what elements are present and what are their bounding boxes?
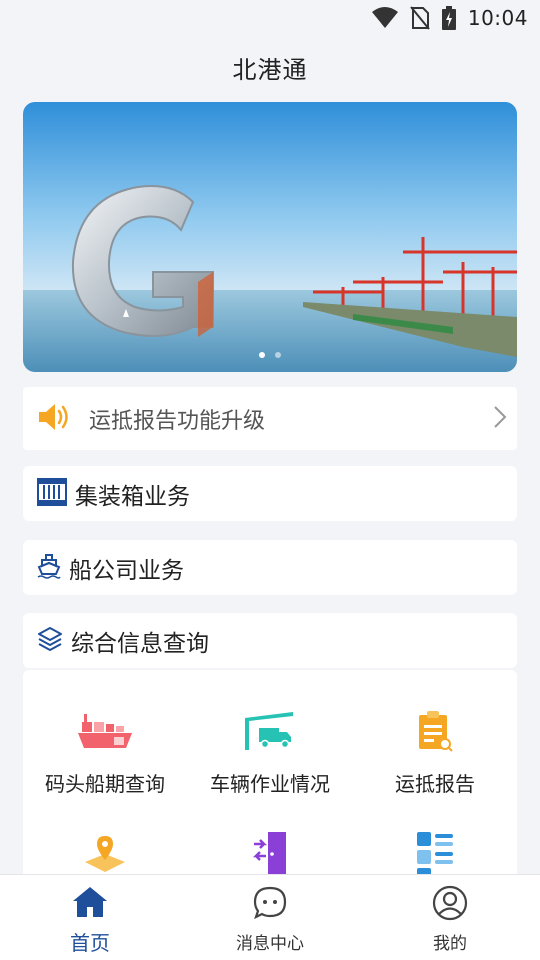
list-grid-icon <box>353 820 517 876</box>
truck-shed-icon <box>188 696 352 752</box>
tab-home[interactable]: 首页 <box>0 875 180 960</box>
section-shipping-business[interactable]: 船公司业务 <box>23 540 517 595</box>
banner-image <box>23 102 517 372</box>
section-info-query[interactable]: 综合信息查询 <box>23 613 517 668</box>
message-icon <box>252 885 288 925</box>
tab-label: 我的 <box>433 934 467 954</box>
chevron-right-icon <box>493 405 507 433</box>
notice-bar[interactable]: 运抵报告功能升级 <box>23 387 517 450</box>
clipboard-report-icon <box>353 696 517 752</box>
grid-label: 运抵报告 <box>395 772 475 796</box>
layers-icon <box>37 626 63 656</box>
user-icon <box>432 885 468 925</box>
carousel-dot[interactable] <box>275 352 281 358</box>
section-container-business[interactable]: 集装箱业务 <box>23 466 517 521</box>
door-exit-icon <box>188 820 352 876</box>
battery-charging-icon <box>441 6 456 30</box>
no-sim-icon <box>410 6 430 30</box>
status-time: 10:04 <box>467 6 528 30</box>
tab-label: 消息中心 <box>236 934 304 954</box>
container-icon <box>37 477 67 510</box>
banner-carousel[interactable] <box>23 102 517 372</box>
section-label: 集装箱业务 <box>75 483 190 510</box>
grid-item-arrival-report[interactable]: 运抵报告 <box>353 696 517 797</box>
grid-label: 车辆作业情况 <box>210 772 330 796</box>
bottom-tab-bar: 首页 消息中心 我的 <box>0 874 540 960</box>
grid-label: 码头船期查询 <box>45 772 165 796</box>
status-bar: 10:04 <box>0 0 540 36</box>
carousel-dot-active[interactable] <box>259 352 265 358</box>
tab-messages[interactable]: 消息中心 <box>180 875 360 960</box>
section-label: 船公司业务 <box>69 557 184 584</box>
ship-icon <box>37 553 61 583</box>
carousel-indicator <box>23 352 517 358</box>
cargo-ship-icon <box>23 696 187 752</box>
wifi-icon <box>371 7 398 29</box>
home-icon <box>71 885 109 923</box>
grid-item-vehicle-operations[interactable]: 车辆作业情况 <box>188 696 352 797</box>
grid-item-gate[interactable] <box>188 820 352 880</box>
page-title: 北港通 <box>232 56 308 84</box>
grid-item-berth-schedule[interactable]: 码头船期查询 <box>23 696 187 797</box>
tab-label: 首页 <box>70 931 110 955</box>
grid-item-map[interactable] <box>23 820 187 880</box>
tab-profile[interactable]: 我的 <box>360 875 540 960</box>
notice-text: 运抵报告功能升级 <box>89 408 266 434</box>
feature-grid: 码头船期查询 车辆作业情况 运抵报告 <box>23 670 517 880</box>
map-location-icon <box>23 820 187 876</box>
grid-item-list[interactable] <box>353 820 517 880</box>
speaker-icon <box>37 402 71 436</box>
section-label: 综合信息查询 <box>71 630 209 657</box>
